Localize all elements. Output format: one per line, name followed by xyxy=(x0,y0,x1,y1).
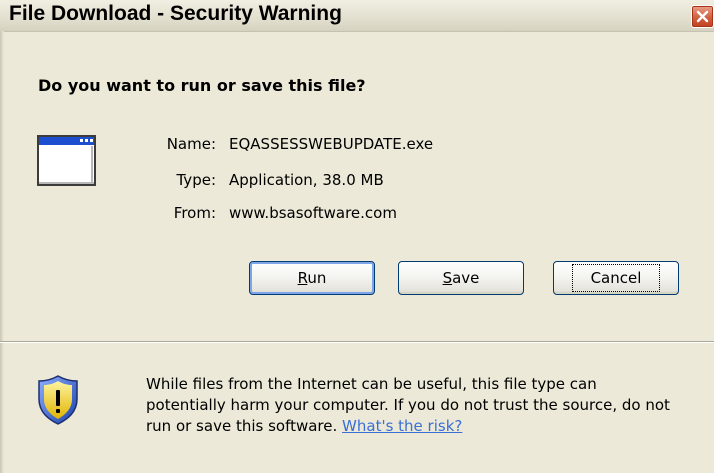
title-bar[interactable]: File Download - Security Warning xyxy=(0,0,714,32)
dialog-question: Do you want to run or save this file? xyxy=(38,76,366,95)
cancel-button[interactable]: Cancel xyxy=(553,261,679,295)
name-value: EQASSESSWEBUPDATE.exe xyxy=(229,135,434,153)
separator xyxy=(0,341,714,343)
save-button-label: Save xyxy=(442,269,480,287)
run-button-label: Run xyxy=(297,269,327,287)
save-button[interactable]: Save xyxy=(398,261,524,295)
security-warning-text: While files from the Internet can be use… xyxy=(146,374,670,437)
close-button[interactable] xyxy=(691,5,714,28)
window-border xyxy=(0,31,4,473)
application-window-icon xyxy=(37,135,96,186)
window-title: File Download - Security Warning xyxy=(9,2,342,25)
run-button[interactable]: Run xyxy=(249,261,375,295)
file-download-dialog: File Download - Security Warning Do you … xyxy=(0,0,714,473)
type-label: Type: xyxy=(176,171,216,189)
from-value: www.bsasoftware.com xyxy=(229,204,397,222)
warning-line-2: potentially harm your computer. If you d… xyxy=(146,396,670,414)
close-icon xyxy=(696,10,709,23)
security-shield-icon xyxy=(38,375,78,425)
cancel-button-label: Cancel xyxy=(571,264,661,292)
warning-line-3: run or save this software. What's the ri… xyxy=(146,417,463,435)
warning-line-1: While files from the Internet can be use… xyxy=(146,375,597,393)
name-label: Name: xyxy=(166,135,216,153)
from-label: From: xyxy=(173,204,216,222)
type-value: Application, 38.0 MB xyxy=(229,171,384,189)
whats-the-risk-link[interactable]: What's the risk? xyxy=(342,417,462,435)
